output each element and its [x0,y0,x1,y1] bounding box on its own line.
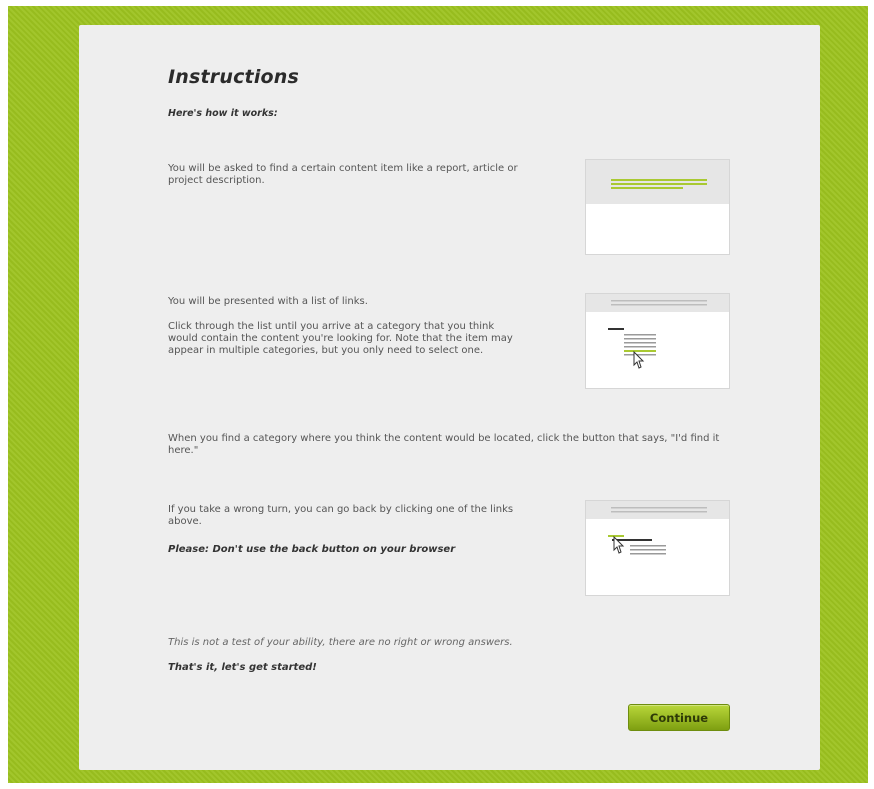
search-task-illustration [585,159,730,255]
link-list-click-illustration [585,293,730,389]
reassurance-note: This is not a test of your ability, ther… [168,637,513,648]
step-wrong-turn-text: If you take a wrong turn, you can go bac… [168,504,514,527]
continue-button[interactable]: Continue [628,704,730,731]
step-click-through-text: Click through the list until you arrive … [168,321,513,356]
step-find-category-text: When you find a category where you think… [168,433,720,456]
step-find-content-text: You will be asked to find a certain cont… [168,163,518,186]
subtitle: Here's how it works: [168,108,278,119]
page-title: Instructions [168,66,300,88]
instructions-panel [79,25,820,770]
go-back-illustration [585,500,730,596]
back-button-warning: Please: Don't use the back button on you… [168,544,456,555]
closing-text: That's it, let's get started! [168,662,317,673]
step-list-of-links-text: You will be presented with a list of lin… [168,296,368,307]
